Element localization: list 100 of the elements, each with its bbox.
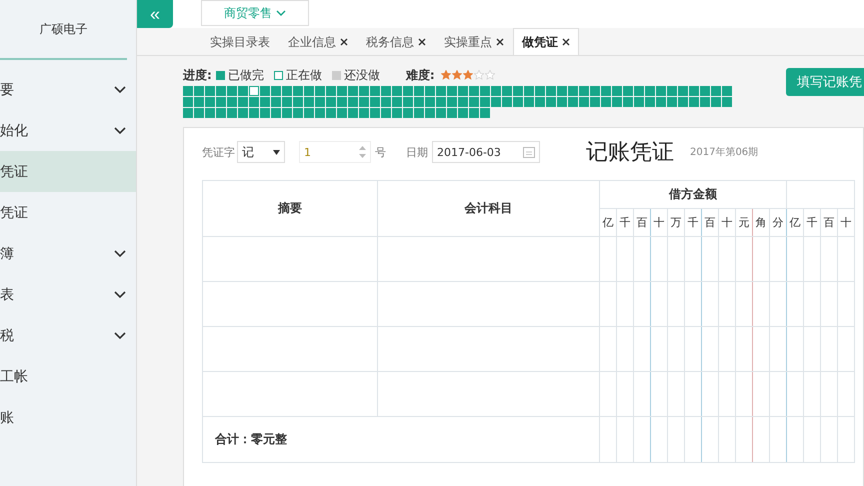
tab[interactable]: 企业信息: [279, 28, 357, 55]
progress-cell[interactable]: [612, 86, 622, 96]
progress-cell[interactable]: [403, 108, 413, 118]
progress-cell[interactable]: [271, 86, 281, 96]
progress-cell[interactable]: [601, 86, 611, 96]
tab[interactable]: 做凭证: [513, 28, 579, 55]
progress-cell[interactable]: [249, 97, 259, 107]
progress-cell[interactable]: [260, 86, 270, 96]
progress-cell[interactable]: [447, 86, 457, 96]
progress-cell[interactable]: [315, 97, 325, 107]
progress-cell[interactable]: [612, 97, 622, 107]
progress-cell[interactable]: [678, 97, 688, 107]
voucher-type-select[interactable]: 记: [237, 141, 285, 163]
progress-cell[interactable]: [458, 97, 468, 107]
progress-cell[interactable]: [304, 108, 314, 118]
progress-cell[interactable]: [216, 108, 226, 118]
progress-cell[interactable]: [524, 97, 534, 107]
progress-cell[interactable]: [678, 86, 688, 96]
progress-cell[interactable]: [392, 86, 402, 96]
progress-cell[interactable]: [392, 108, 402, 118]
progress-cell[interactable]: [656, 86, 666, 96]
progress-cell[interactable]: [656, 97, 666, 107]
progress-cell[interactable]: [370, 97, 380, 107]
progress-cell[interactable]: [183, 97, 193, 107]
sidebar-item[interactable]: 要: [0, 69, 136, 110]
table-cell[interactable]: [378, 326, 600, 372]
table-cell[interactable]: [378, 236, 600, 282]
progress-cell[interactable]: [436, 97, 446, 107]
progress-cell[interactable]: [579, 86, 589, 96]
close-icon[interactable]: [496, 38, 504, 46]
sidebar-item[interactable]: 凭证: [0, 151, 136, 192]
sidebar-item[interactable]: 始化: [0, 110, 136, 151]
progress-cell[interactable]: [491, 86, 501, 96]
progress-cell[interactable]: [689, 97, 699, 107]
progress-cell[interactable]: [205, 86, 215, 96]
progress-cell[interactable]: [711, 97, 721, 107]
progress-cell[interactable]: [304, 97, 314, 107]
progress-cell[interactable]: [557, 97, 567, 107]
table-cell[interactable]: [202, 372, 378, 416]
progress-cell[interactable]: [513, 97, 523, 107]
progress-cell[interactable]: [447, 108, 457, 118]
progress-cell[interactable]: [271, 97, 281, 107]
sidebar-item[interactable]: 簿: [0, 233, 136, 274]
progress-cell[interactable]: [238, 97, 248, 107]
progress-cell[interactable]: [282, 86, 292, 96]
progress-cell[interactable]: [194, 97, 204, 107]
table-cell[interactable]: [202, 326, 378, 372]
progress-cell[interactable]: [337, 97, 347, 107]
table-cell[interactable]: [202, 236, 378, 282]
progress-cell[interactable]: [293, 108, 303, 118]
progress-cell[interactable]: [722, 86, 732, 96]
progress-cell[interactable]: [645, 97, 655, 107]
progress-cell[interactable]: [337, 108, 347, 118]
progress-cell[interactable]: [282, 108, 292, 118]
progress-cell[interactable]: [601, 97, 611, 107]
progress-cell[interactable]: [436, 86, 446, 96]
progress-cell[interactable]: [546, 97, 556, 107]
close-icon[interactable]: [562, 38, 570, 46]
progress-cell[interactable]: [403, 97, 413, 107]
progress-cell[interactable]: [480, 97, 490, 107]
progress-cell[interactable]: [282, 97, 292, 107]
progress-cell[interactable]: [260, 108, 270, 118]
progress-cell[interactable]: [425, 108, 435, 118]
progress-cell[interactable]: [392, 97, 402, 107]
progress-cell[interactable]: [425, 97, 435, 107]
progress-cell[interactable]: [667, 86, 677, 96]
progress-cell[interactable]: [502, 86, 512, 96]
progress-cell[interactable]: [535, 86, 545, 96]
sidebar-item[interactable]: 账: [0, 397, 136, 438]
sidebar-item[interactable]: 税: [0, 315, 136, 356]
progress-cell[interactable]: [623, 86, 633, 96]
progress-cell[interactable]: [502, 97, 512, 107]
table-cell[interactable]: [378, 282, 600, 326]
progress-cell[interactable]: [711, 86, 721, 96]
progress-cell[interactable]: [326, 86, 336, 96]
progress-cell[interactable]: [183, 108, 193, 118]
progress-cell[interactable]: [579, 97, 589, 107]
progress-cell[interactable]: [359, 97, 369, 107]
progress-cell[interactable]: [414, 86, 424, 96]
progress-cell[interactable]: [480, 108, 490, 118]
progress-cell[interactable]: [315, 108, 325, 118]
progress-cell[interactable]: [227, 86, 237, 96]
progress-cell[interactable]: [414, 97, 424, 107]
progress-cell[interactable]: [238, 86, 248, 96]
progress-cell[interactable]: [348, 86, 358, 96]
progress-cell[interactable]: [590, 97, 600, 107]
progress-cell[interactable]: [700, 97, 710, 107]
progress-cell[interactable]: [469, 86, 479, 96]
date-field[interactable]: 2017-06-03: [432, 141, 540, 163]
close-icon[interactable]: [418, 38, 426, 46]
progress-cell[interactable]: [590, 86, 600, 96]
progress-cell[interactable]: [370, 86, 380, 96]
progress-cell[interactable]: [634, 97, 644, 107]
progress-cell[interactable]: [480, 86, 490, 96]
progress-cell[interactable]: [359, 86, 369, 96]
progress-cell[interactable]: [249, 86, 259, 96]
progress-cell[interactable]: [238, 108, 248, 118]
progress-cell[interactable]: [227, 108, 237, 118]
progress-cell[interactable]: [568, 86, 578, 96]
progress-cell[interactable]: [381, 108, 391, 118]
